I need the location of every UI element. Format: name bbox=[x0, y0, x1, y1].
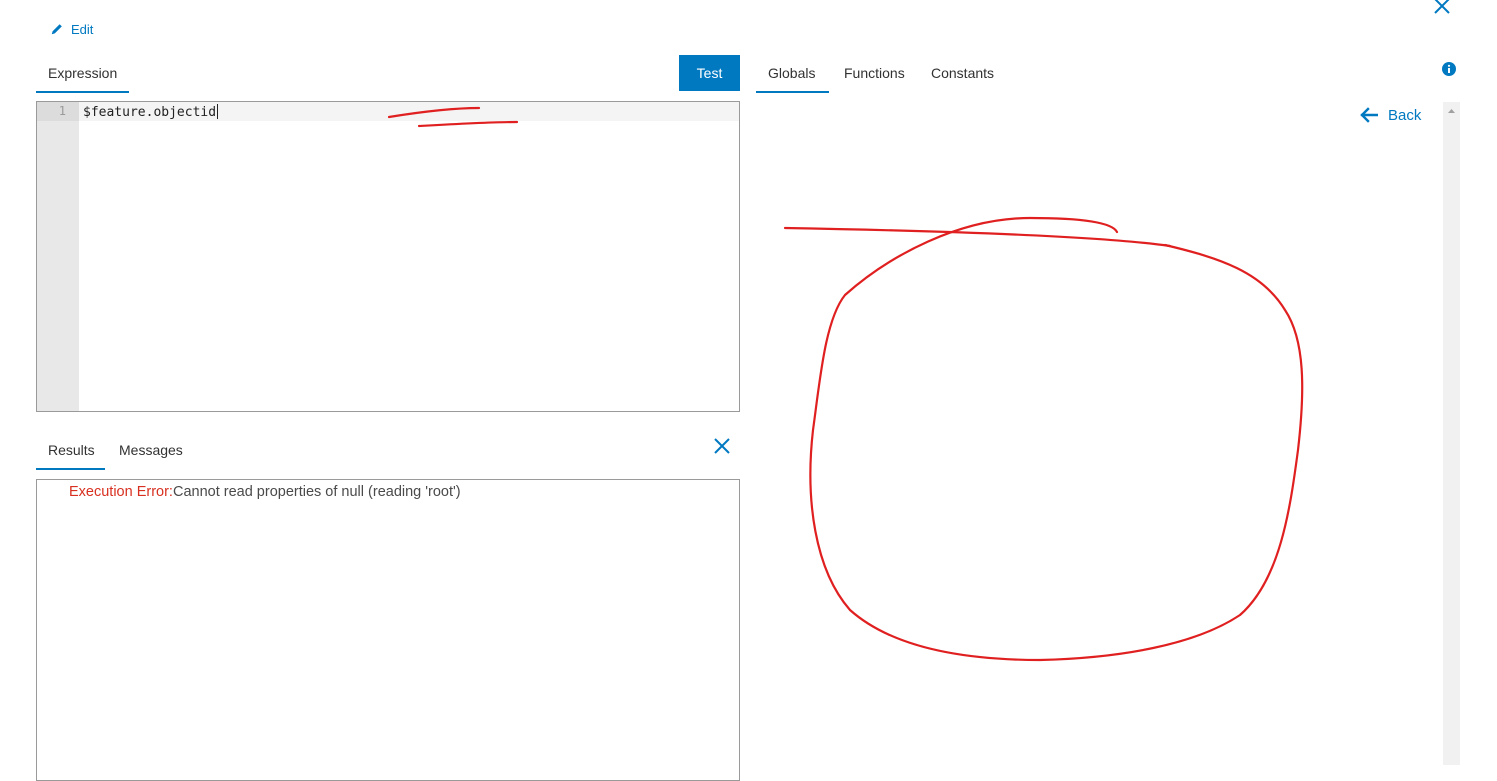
line-gutter bbox=[37, 102, 79, 411]
error-message: Cannot read properties of null (reading … bbox=[172, 484, 461, 500]
info-icon[interactable] bbox=[1442, 62, 1456, 76]
edit-link[interactable]: Edit bbox=[50, 19, 93, 39]
code-line[interactable]: $feature.objectid bbox=[83, 104, 219, 120]
back-label: Back bbox=[1388, 106, 1422, 124]
close-icon[interactable] bbox=[713, 437, 731, 455]
code-text: $feature.objectid bbox=[83, 105, 217, 120]
test-button[interactable]: Test bbox=[679, 55, 740, 91]
result-output: Execution Error:Cannot read properties o… bbox=[69, 484, 461, 500]
line-number: 1 bbox=[58, 104, 66, 118]
error-label: Execution Error: bbox=[69, 484, 173, 500]
chevron-up-icon[interactable] bbox=[1443, 104, 1460, 118]
pencil-icon bbox=[51, 24, 62, 35]
tab-functions[interactable]: Functions bbox=[832, 55, 917, 91]
annotation-line bbox=[783, 226, 1172, 248]
annotation-circle bbox=[809, 216, 1304, 662]
close-icon[interactable] bbox=[1432, 0, 1452, 16]
edit-label: Edit bbox=[71, 21, 94, 37]
code-editor[interactable]: 1 $feature.objectid bbox=[36, 101, 740, 412]
tab-messages[interactable]: Messages bbox=[107, 432, 195, 468]
tab-results[interactable]: Results bbox=[36, 432, 105, 470]
arrow-left-icon bbox=[1360, 107, 1378, 123]
tab-globals[interactable]: Globals bbox=[756, 55, 829, 93]
results-panel: Execution Error:Cannot read properties o… bbox=[36, 479, 740, 781]
back-link[interactable]: Back bbox=[1359, 104, 1421, 126]
tab-constants[interactable]: Constants bbox=[919, 55, 1006, 91]
tab-expression[interactable]: Expression bbox=[36, 55, 129, 93]
text-caret bbox=[217, 104, 219, 119]
scrollbar[interactable] bbox=[1443, 102, 1460, 765]
